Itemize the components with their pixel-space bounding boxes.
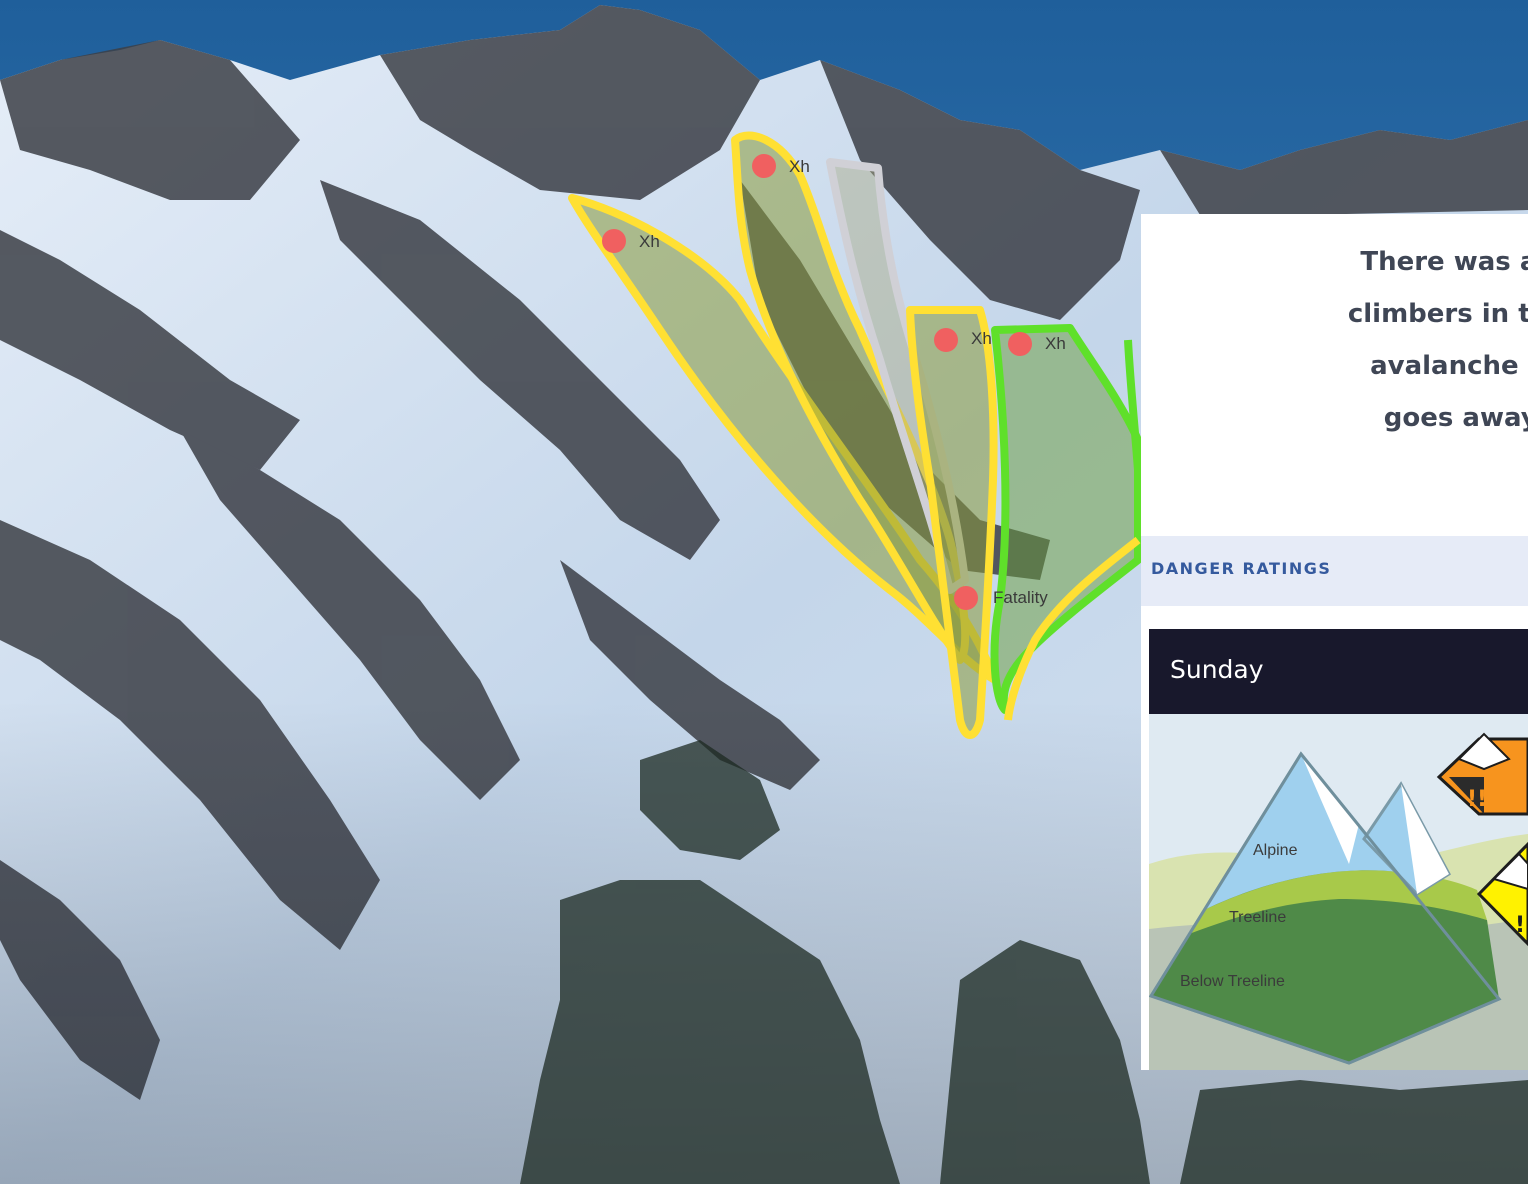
notice-line-1: There was a serious av (1360, 247, 1528, 277)
fatality-marker: Fatality (954, 586, 1048, 610)
elevation-band-graphic: Alpine Treeline Below Treeline !! ! (1149, 714, 1528, 1070)
crown-label-3: Xh (971, 329, 992, 348)
notice-line-3: avalanche terrain unt (1370, 351, 1528, 381)
danger-ratings-bar: DANGER RATINGS (1141, 536, 1528, 606)
day-header: Sunday (1149, 629, 1528, 714)
crown-label-1: Xh (639, 232, 660, 251)
svg-text:!: ! (1515, 913, 1525, 938)
fatality-label: Fatality (993, 588, 1048, 607)
day-name: Sunday (1170, 655, 1264, 684)
band-label-alpine: Alpine (1253, 842, 1298, 859)
danger-day-card: Sunday Alpine Treeline Below Treeline !!… (1149, 629, 1528, 1070)
avalanche-forecast-panel: There was a serious av climbers in the R… (1141, 214, 1528, 1070)
band-label-below-treeline: Below Treeline (1180, 973, 1285, 990)
notice-line-2: climbers in the Ranger C (1347, 299, 1528, 329)
crown-label-4: Xh (1045, 334, 1066, 353)
notice-line-4: goes away. The Ran (1383, 403, 1528, 433)
svg-text:!!: !! (1467, 787, 1487, 812)
danger-ratings-title: DANGER RATINGS (1151, 559, 1332, 578)
crown-label-2: Xh (789, 157, 810, 176)
incident-notice: There was a serious av climbers in the R… (1141, 236, 1528, 444)
band-label-treeline: Treeline (1229, 909, 1286, 926)
